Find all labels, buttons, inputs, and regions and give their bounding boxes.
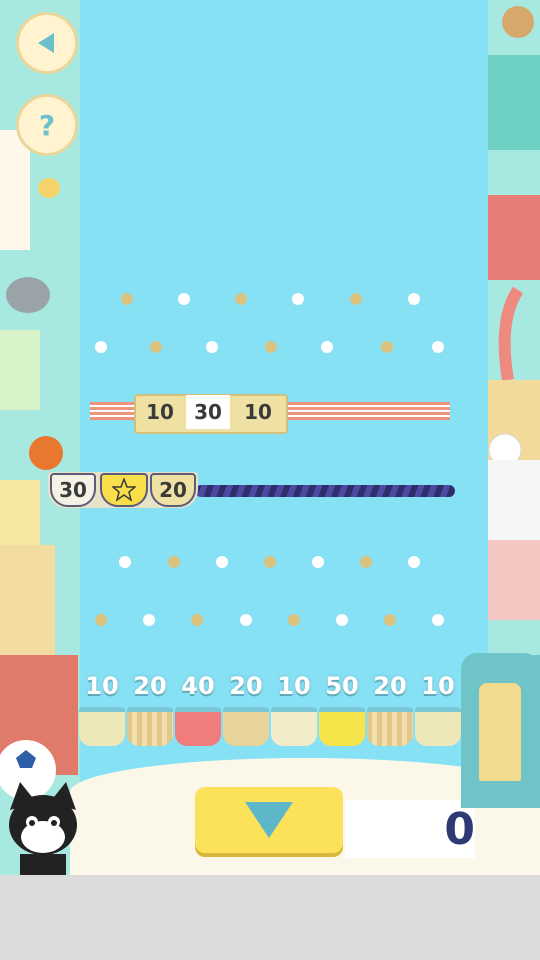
peg (150, 341, 162, 353)
lower-bar-label-right: 20 (150, 473, 196, 507)
drop-button[interactable] (195, 787, 343, 853)
peg (121, 293, 133, 305)
star-icon (112, 478, 136, 502)
peg (235, 293, 247, 305)
score-display: 0 (345, 800, 475, 858)
peg (321, 341, 333, 353)
peg (265, 341, 277, 353)
cup-2 (127, 707, 173, 746)
peg (336, 614, 348, 626)
help-button[interactable]: ? (16, 94, 78, 156)
peg (288, 614, 300, 626)
cat-mascot (6, 780, 80, 875)
cup-value-8: 10 (421, 672, 455, 700)
score-value: 0 (444, 803, 475, 855)
cup-7 (367, 707, 413, 746)
cup-6 (319, 707, 365, 746)
peg (350, 293, 362, 305)
upper-bar-label-center: 30 (186, 395, 230, 429)
peg (240, 614, 252, 626)
peg (143, 614, 155, 626)
peg (178, 293, 190, 305)
peg (381, 341, 393, 353)
cup-value-4: 20 (229, 672, 263, 700)
game-board: ? 10 30 10 30 20 10 20 40 20 10 50 20 10 (0, 0, 540, 875)
cup-1 (79, 707, 125, 746)
bell-icon (38, 178, 60, 198)
cup-4 (223, 707, 269, 746)
peg (432, 614, 444, 626)
cat-illustration (9, 782, 77, 875)
lower-bar-label-left: 30 (50, 473, 96, 507)
cup-value-2: 20 (133, 672, 167, 700)
back-arrow-icon (38, 33, 54, 53)
box-window (479, 683, 521, 781)
peg (384, 614, 396, 626)
cup-value-6: 50 (325, 672, 359, 700)
back-button[interactable] (16, 12, 78, 74)
cup-8 (415, 707, 461, 746)
peg (206, 341, 218, 353)
peg (191, 614, 203, 626)
cup-value-3: 40 (181, 672, 215, 700)
peg (360, 556, 372, 568)
peg (119, 556, 131, 568)
cup-value-7: 20 (373, 672, 407, 700)
upper-bar-label-left: 10 (146, 400, 174, 424)
peg (432, 341, 444, 353)
down-triangle-icon (245, 802, 293, 838)
lower-rope-bar (195, 485, 455, 497)
bottom-blank-area (0, 875, 540, 960)
peg (312, 556, 324, 568)
upper-bar-label-right: 10 (244, 400, 272, 424)
question-mark-icon: ? (38, 108, 56, 142)
peg (95, 341, 107, 353)
peg (95, 614, 107, 626)
peg (292, 293, 304, 305)
peg (264, 556, 276, 568)
cup-value-5: 10 (277, 672, 311, 700)
exit-box (461, 653, 540, 808)
peg (408, 293, 420, 305)
cup-value-1: 10 (85, 672, 119, 700)
peg (216, 556, 228, 568)
peg (168, 556, 180, 568)
lower-bar-star-slot (100, 473, 148, 507)
cup-3 (175, 707, 221, 746)
cup-5 (271, 707, 317, 746)
peg (408, 556, 420, 568)
